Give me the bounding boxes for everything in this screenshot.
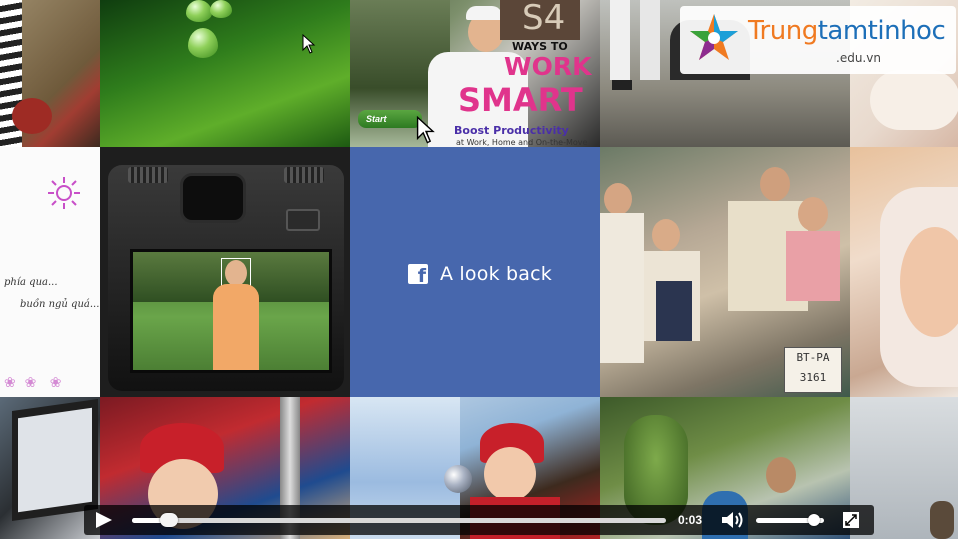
child-face <box>652 219 680 251</box>
sign-board: S4 <box>500 0 580 40</box>
seek-handle[interactable] <box>160 513 179 527</box>
red-object <box>12 98 52 134</box>
camera-screen <box>130 249 332 373</box>
book-work: WORK <box>504 52 592 81</box>
person-face <box>766 457 796 493</box>
camera-dial <box>128 167 168 183</box>
camera-dial <box>284 167 324 183</box>
watermark-name-part2: tamtinhoc <box>817 16 946 46</box>
video-controls-bar: 0:03 <box>84 505 874 535</box>
start-label: Start <box>366 114 387 124</box>
book-subtitle: at Work, Home and On-the-Move <box>456 138 588 147</box>
play-icon[interactable] <box>96 512 112 528</box>
star-logo-icon <box>690 14 738 60</box>
facebook-logo-glyph: f <box>417 265 426 287</box>
photo-tile-work-smart: WAYS TO WORK SMART Boost Productivity at… <box>350 0 600 147</box>
person-standing <box>640 0 660 80</box>
child-face <box>760 167 790 201</box>
ornament-ball <box>444 465 472 493</box>
water-drop <box>210 0 232 18</box>
current-time: 0:03 <box>678 513 703 527</box>
water-drop <box>188 28 218 58</box>
watermark-domain: .edu.vn <box>836 51 881 65</box>
laptop-display <box>18 407 92 513</box>
child-face <box>798 197 828 231</box>
shorts <box>656 281 692 341</box>
book-boost: Boost Productivity <box>454 124 569 137</box>
child-face <box>604 183 632 215</box>
camera-viewfinder <box>180 173 246 223</box>
arrow-cursor-icon <box>416 116 435 144</box>
watermark-name-part1: Trung <box>748 16 818 46</box>
volume-slider[interactable] <box>756 514 824 526</box>
photo-tile-kids-vintage: BT-PA 3161 <box>600 147 850 397</box>
volume-icon[interactable] <box>720 511 744 529</box>
site-watermark: Trungtamtinhoc .edu.vn <box>680 6 956 74</box>
shoes <box>612 80 632 90</box>
facebook-logo-icon: f <box>408 264 428 287</box>
flower-doodles: ❀ ❀ ❀ <box>4 375 62 391</box>
person-silhouette <box>930 501 954 539</box>
photo-tile-zebra <box>0 0 100 147</box>
facebook-title-tile: f A look back <box>350 147 600 397</box>
baby-face <box>484 447 536 501</box>
white-shirt <box>600 213 644 363</box>
laptop-screen <box>12 398 98 522</box>
water-drop <box>186 0 212 22</box>
photo-tile-camera <box>100 147 350 397</box>
sun-drawing-icon <box>48 177 80 209</box>
orange-outfit <box>213 284 259 370</box>
plate-line1: BT-PA <box>796 351 830 364</box>
license-plate: BT-PA 3161 <box>784 347 842 393</box>
start-button-graphic: Start <box>358 110 422 128</box>
watermark-name: Trungtamtinhoc <box>748 16 946 46</box>
camera-play-button <box>286 209 320 231</box>
photo-tile-handwriting: phía qua... buồn ngủ quá... ❀ ❀ ❀ <box>0 147 100 397</box>
mouse-cursor-icon <box>302 34 316 54</box>
photo-tile-raindrops <box>100 0 350 147</box>
person-standing <box>610 0 630 80</box>
look-back-title-row: f A look back <box>408 263 552 287</box>
look-back-title: A look back <box>440 263 552 285</box>
sign-text: S4 <box>522 0 566 38</box>
plate-line2: 3161 <box>799 371 827 384</box>
handwriting-line2: buồn ngủ quá... <box>20 299 100 310</box>
camera-body <box>108 165 344 391</box>
pink-shirt <box>786 231 840 301</box>
fullscreen-icon[interactable] <box>842 511 860 529</box>
dress <box>870 70 958 130</box>
volume-handle[interactable] <box>807 514 820 526</box>
handwriting-line1: phía qua... <box>4 277 58 288</box>
seek-bar[interactable] <box>132 513 666 527</box>
book-smart: SMART <box>458 81 583 119</box>
photo-tile-baby <box>850 147 958 397</box>
